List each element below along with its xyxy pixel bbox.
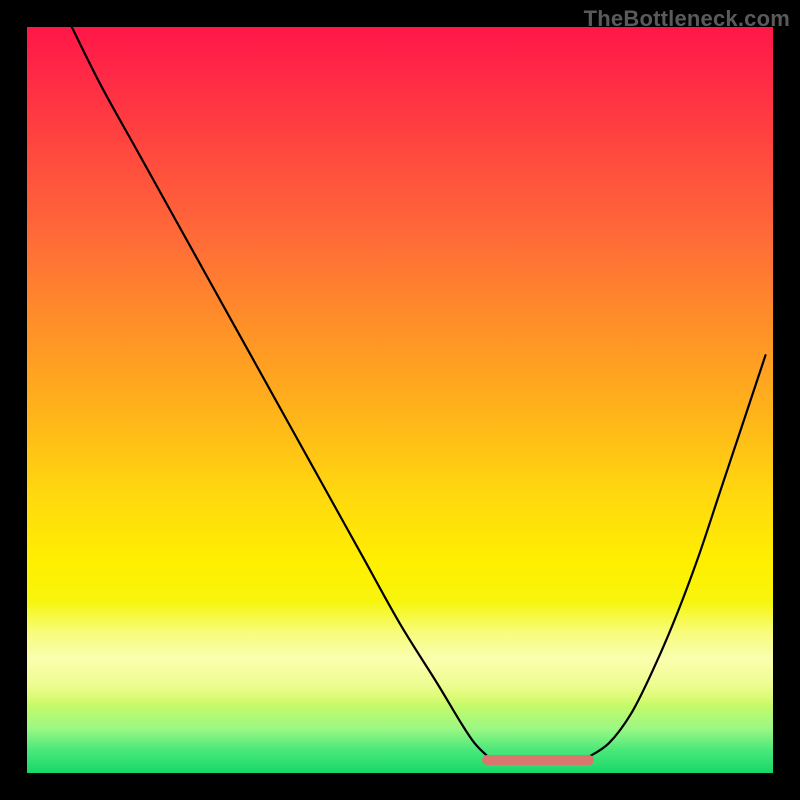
left-curve bbox=[72, 27, 490, 758]
curve-layer bbox=[27, 27, 773, 773]
right-curve bbox=[587, 355, 766, 758]
plot-area bbox=[27, 27, 773, 773]
optimal-range-marker bbox=[482, 755, 594, 765]
chart-frame: TheBottleneck.com bbox=[0, 0, 800, 800]
watermark-text: TheBottleneck.com bbox=[584, 6, 790, 32]
